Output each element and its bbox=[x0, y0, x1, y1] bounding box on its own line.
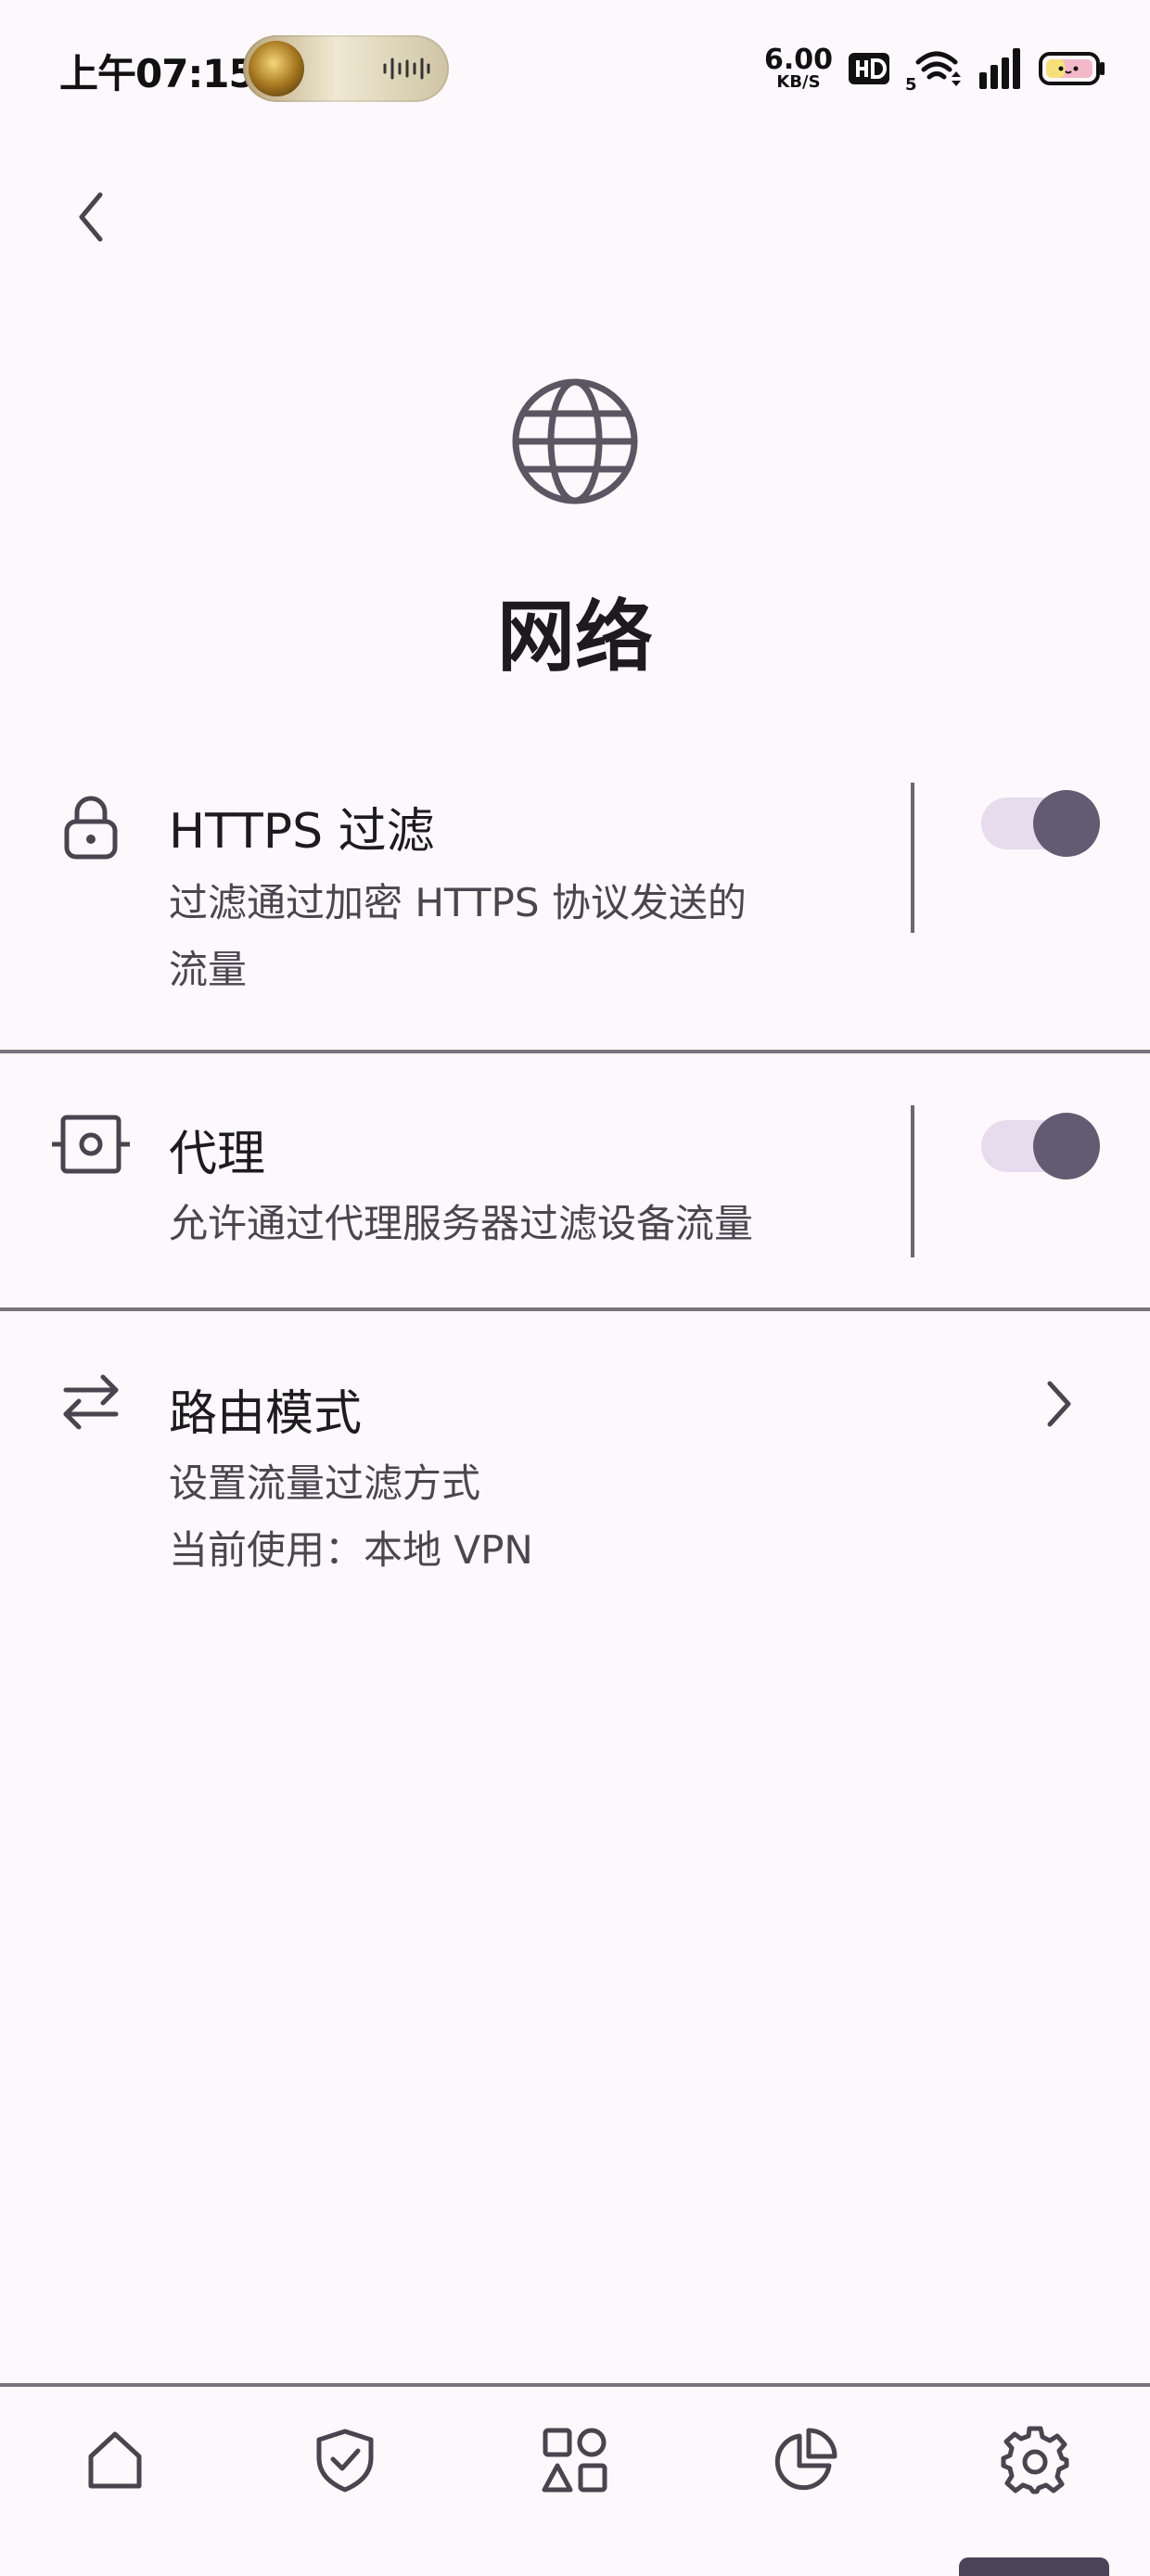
swap-arrows-icon bbox=[63, 1374, 119, 1430]
nav-protection[interactable] bbox=[289, 2404, 401, 2516]
chevron-left-icon bbox=[79, 192, 103, 242]
proxy-subtitle: 允许通过代理服务器过滤设备流量 bbox=[169, 1191, 753, 1257]
media-pill[interactable] bbox=[243, 35, 449, 102]
album-art bbox=[249, 41, 304, 96]
proxy-subtitle-line: 允许通过代理服务器过滤设备流量 bbox=[169, 1201, 754, 1246]
routing-mode-current: 当前使用：本地 VPN bbox=[169, 1527, 533, 1573]
music-wave-icon bbox=[383, 57, 430, 80]
hd-icon bbox=[849, 53, 889, 84]
nav-statistics[interactable] bbox=[749, 2404, 861, 2516]
network-speed: 6.00 KB/S bbox=[764, 46, 833, 91]
https-filtering-subtitle: 过滤通过加密 HTTPS 协议发送的 流量 bbox=[169, 870, 747, 1003]
routing-mode-title: 路由模式 bbox=[169, 1386, 363, 1442]
proxy-title: 代理 bbox=[169, 1127, 266, 1182]
chevron-right-icon bbox=[1047, 1381, 1071, 1427]
proxy-toggle[interactable] bbox=[981, 1113, 1100, 1180]
lock-icon-wrap bbox=[50, 786, 132, 868]
status-icons: 6.00 KB/S 5 bbox=[764, 41, 1105, 96]
routing-mode-row[interactable]: 路由模式 设置流量过滤方式 当前使用：本地 VPN bbox=[0, 1354, 1150, 1595]
nav-home[interactable] bbox=[59, 2404, 171, 2516]
pie-chart-icon bbox=[774, 2428, 837, 2491]
signal-icon bbox=[979, 48, 1020, 89]
home-icon bbox=[88, 2431, 142, 2489]
https-filtering-title: HTTPS 过滤 bbox=[169, 804, 435, 860]
toggle-thumb bbox=[1033, 1113, 1100, 1180]
lock-icon bbox=[64, 796, 118, 860]
page-title: 网络 bbox=[496, 592, 653, 682]
wifi-5g-icon: 5 bbox=[905, 51, 961, 92]
proxy-row[interactable]: 代理 允许通过代理服务器过滤设备流量 bbox=[0, 1094, 1150, 1307]
nav-settings[interactable] bbox=[979, 2404, 1091, 2516]
row-vertical-divider bbox=[911, 1105, 914, 1257]
swap-arrows-icon-wrap bbox=[50, 1361, 132, 1443]
status-bar: 上午07:15 6.00 KB/S 5 bbox=[0, 0, 1150, 139]
shield-check-icon bbox=[316, 2429, 374, 2493]
network-speed-value: 6.00 bbox=[763, 44, 833, 76]
row-divider bbox=[0, 1307, 1150, 1311]
globe-icon bbox=[512, 378, 638, 504]
https-filtering-subtitle-line: 过滤通过加密 HTTPS 协议发送的 bbox=[169, 880, 747, 925]
svg-text:5: 5 bbox=[905, 75, 917, 92]
gear-icon bbox=[1001, 2426, 1069, 2494]
row-vertical-divider bbox=[911, 783, 914, 933]
routing-mode-subtitle: 设置流量过滤方式 当前使用：本地 VPN bbox=[169, 1450, 533, 1584]
shapes-icon bbox=[542, 2428, 607, 2493]
status-time: 上午07:15 bbox=[59, 51, 256, 96]
row-divider bbox=[0, 1050, 1150, 1053]
toggle-thumb bbox=[1033, 790, 1100, 857]
proxy-icon bbox=[52, 1115, 130, 1174]
network-speed-unit: KB/S bbox=[776, 72, 821, 92]
proxy-icon-wrap bbox=[50, 1103, 132, 1185]
active-nav-indicator bbox=[959, 2557, 1109, 2576]
nav-apps[interactable] bbox=[519, 2404, 631, 2516]
routing-mode-description: 设置流量过滤方式 bbox=[169, 1460, 481, 1506]
https-filtering-row[interactable]: HTTPS 过滤 过滤通过加密 HTTPS 协议发送的 流量 bbox=[0, 770, 1150, 1048]
bottom-navigation bbox=[0, 2387, 1150, 2570]
back-button[interactable] bbox=[56, 182, 126, 252]
https-filtering-toggle[interactable] bbox=[981, 790, 1100, 857]
battery-icon bbox=[1039, 52, 1105, 85]
https-filtering-subtitle-line: 流量 bbox=[169, 947, 248, 992]
